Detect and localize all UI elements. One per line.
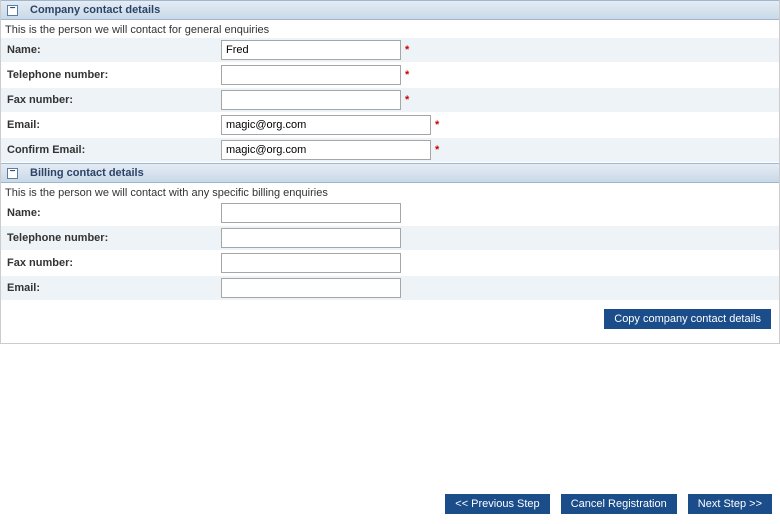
next-step-button[interactable]: Next Step >> xyxy=(688,494,772,514)
company-email-label: Email: xyxy=(1,116,221,134)
company-fax-label: Fax number: xyxy=(1,91,221,109)
copy-company-contact-button[interactable]: Copy company contact details xyxy=(604,309,771,329)
billing-fax-input[interactable] xyxy=(221,253,401,273)
billing-name-input[interactable] xyxy=(221,203,401,223)
required-asterisk-icon: * xyxy=(405,44,409,56)
billing-section-title: Billing contact details xyxy=(30,167,144,179)
company-name-row: Name: * xyxy=(1,38,779,63)
company-confirm-email-input[interactable] xyxy=(221,140,431,160)
company-confirm-email-row: Confirm Email: * xyxy=(1,138,779,163)
company-name-input[interactable] xyxy=(221,40,401,60)
billing-name-label: Name: xyxy=(1,204,221,222)
billing-email-input[interactable] xyxy=(221,278,401,298)
required-asterisk-icon: * xyxy=(405,94,409,106)
company-email-row: Email: * xyxy=(1,113,779,138)
copy-button-row: Copy company contact details xyxy=(1,301,779,343)
billing-section-desc: This is the person we will contact with … xyxy=(1,183,779,201)
billing-fax-row: Fax number: xyxy=(1,251,779,276)
billing-tel-label: Telephone number: xyxy=(1,229,221,247)
required-asterisk-icon: * xyxy=(435,119,439,131)
billing-fax-label: Fax number: xyxy=(1,254,221,272)
company-tel-row: Telephone number: * xyxy=(1,63,779,88)
company-section-desc: This is the person we will contact for g… xyxy=(1,20,779,38)
company-fax-row: Fax number: * xyxy=(1,88,779,113)
billing-tel-row: Telephone number: xyxy=(1,226,779,251)
previous-step-button[interactable]: << Previous Step xyxy=(445,494,549,514)
billing-section-header: − Billing contact details xyxy=(1,163,779,183)
required-asterisk-icon: * xyxy=(405,69,409,81)
billing-email-row: Email: xyxy=(1,276,779,301)
minus-icon[interactable]: − xyxy=(7,168,18,179)
company-confirm-email-label: Confirm Email: xyxy=(1,141,221,159)
footer-buttons: << Previous Step Cancel Registration Nex… xyxy=(0,484,780,524)
billing-email-label: Email: xyxy=(1,279,221,297)
company-tel-input[interactable] xyxy=(221,65,401,85)
minus-icon[interactable]: − xyxy=(7,5,18,16)
company-fax-input[interactable] xyxy=(221,90,401,110)
company-section-header: − Company contact details xyxy=(1,0,779,20)
required-asterisk-icon: * xyxy=(435,144,439,156)
cancel-registration-button[interactable]: Cancel Registration xyxy=(561,494,677,514)
form-container: − Company contact details This is the pe… xyxy=(0,0,780,344)
company-section-title: Company contact details xyxy=(30,4,160,16)
company-name-label: Name: xyxy=(1,41,221,59)
billing-name-row: Name: xyxy=(1,201,779,226)
company-tel-label: Telephone number: xyxy=(1,66,221,84)
billing-tel-input[interactable] xyxy=(221,228,401,248)
company-email-input[interactable] xyxy=(221,115,431,135)
